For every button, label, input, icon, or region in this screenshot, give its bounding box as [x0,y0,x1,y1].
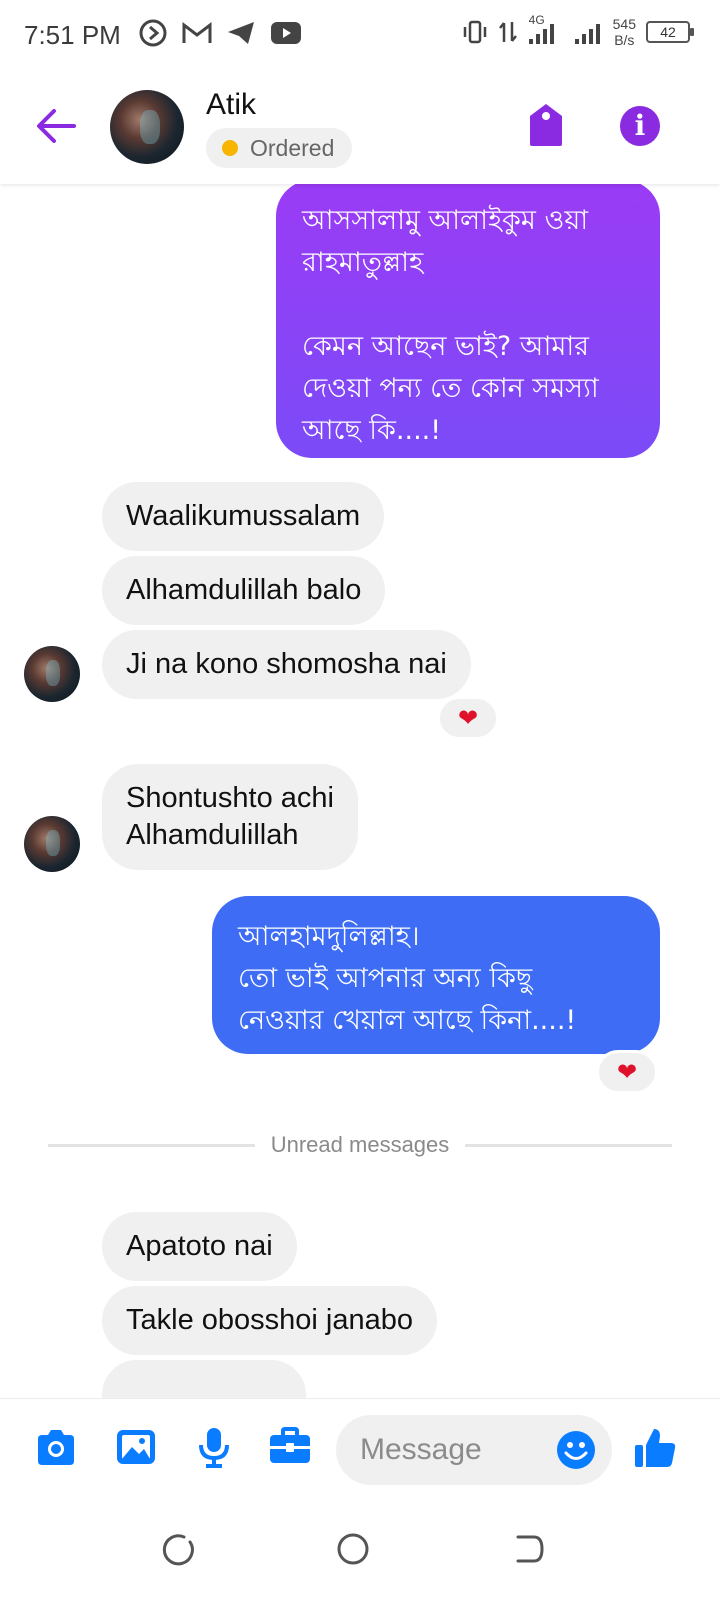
battery-icon: 42 [646,21,694,43]
network-speed-value: 545 [612,16,636,32]
battery-level: 42 [660,24,676,40]
gmail-icon [182,21,212,43]
chat-header: Atik Ordered i [0,72,720,184]
telegram-icon [228,22,254,44]
message-thread[interactable]: আসসালামু আলাইকুম ওয়া রাহমাতুল্লাহ কেমন … [0,184,720,1398]
microphone-icon[interactable] [192,1425,236,1469]
contact-avatar[interactable] [110,90,184,164]
heart-reaction[interactable]: ❤ [437,696,499,740]
vibrate-icon [463,20,486,44]
message-bubble-incoming[interactable]: Alhamdulillah balo [102,556,386,625]
camera-icon[interactable] [34,1425,78,1469]
info-icon[interactable]: i [620,106,660,146]
back-nav-icon[interactable] [512,1532,546,1566]
network-type-label: 4G [527,13,563,45]
message-bubble-outgoing[interactable]: আলহামদুলিল্লাহ। তো ভাই আপনার অন্য কিছু ন… [212,896,660,1054]
message-field[interactable] [336,1415,612,1485]
image-icon[interactable] [114,1425,158,1469]
message-bubble-incoming[interactable]: Apatoto nai [102,1212,297,1281]
back-arrow-icon[interactable] [34,104,78,148]
network-speed-unit: B/s [614,32,635,48]
message-bubble-incoming[interactable]: Ji na kono shomosha nai [102,630,471,699]
unread-label: Unread messages [270,1132,450,1157]
heart-reaction[interactable]: ❤ [596,1050,658,1094]
youtube-icon [271,22,301,44]
divider-line [48,1143,255,1147]
message-bubble-outgoing[interactable]: আসসালামু আলাইকুম ওয়া রাহমাতুল্লাহ কেমন … [276,184,660,458]
signal-strength-icon [528,24,554,44]
message-bubble-incoming[interactable]: Shontushto achi Alhamdulillah [102,764,358,870]
label-tag-icon[interactable] [526,102,566,148]
network-speed: 545 B/s [613,16,636,48]
order-status-badge[interactable]: Ordered [206,128,353,168]
status-notification-icons [138,18,302,48]
message-bubble-incoming[interactable]: Waalikumussalam [102,482,385,551]
signal-strength-2-icon [574,24,600,44]
status-time: 7:51 PM [24,20,121,50]
system-navigation-bar [0,1498,720,1600]
divider-line [465,1143,673,1147]
message-bubble-incoming-partial[interactable] [102,1360,306,1398]
message-bubble-incoming[interactable]: Takle obosshoi janabo [102,1286,437,1355]
status-label: Ordered [250,134,335,161]
data-transfer-icon [498,22,517,42]
emoji-icon[interactable] [556,1430,596,1470]
status-bar: 7:51 PM 4G 545 B/s 42 [0,0,720,72]
status-system-icons: 4G 545 B/s 42 [461,13,694,48]
thumbs-up-icon[interactable] [632,1425,678,1471]
recents-icon[interactable] [160,1532,194,1566]
home-icon[interactable] [336,1532,370,1566]
status-dot [222,140,238,156]
contact-name[interactable]: Atik [206,88,256,122]
briefcase-icon[interactable] [268,1425,312,1469]
sender-avatar[interactable] [24,816,80,872]
sender-avatar[interactable] [24,646,80,702]
unread-divider: Unread messages [48,1130,673,1160]
message-input[interactable] [360,1429,540,1471]
data-saver-icon [139,19,167,47]
message-composer [0,1398,720,1498]
